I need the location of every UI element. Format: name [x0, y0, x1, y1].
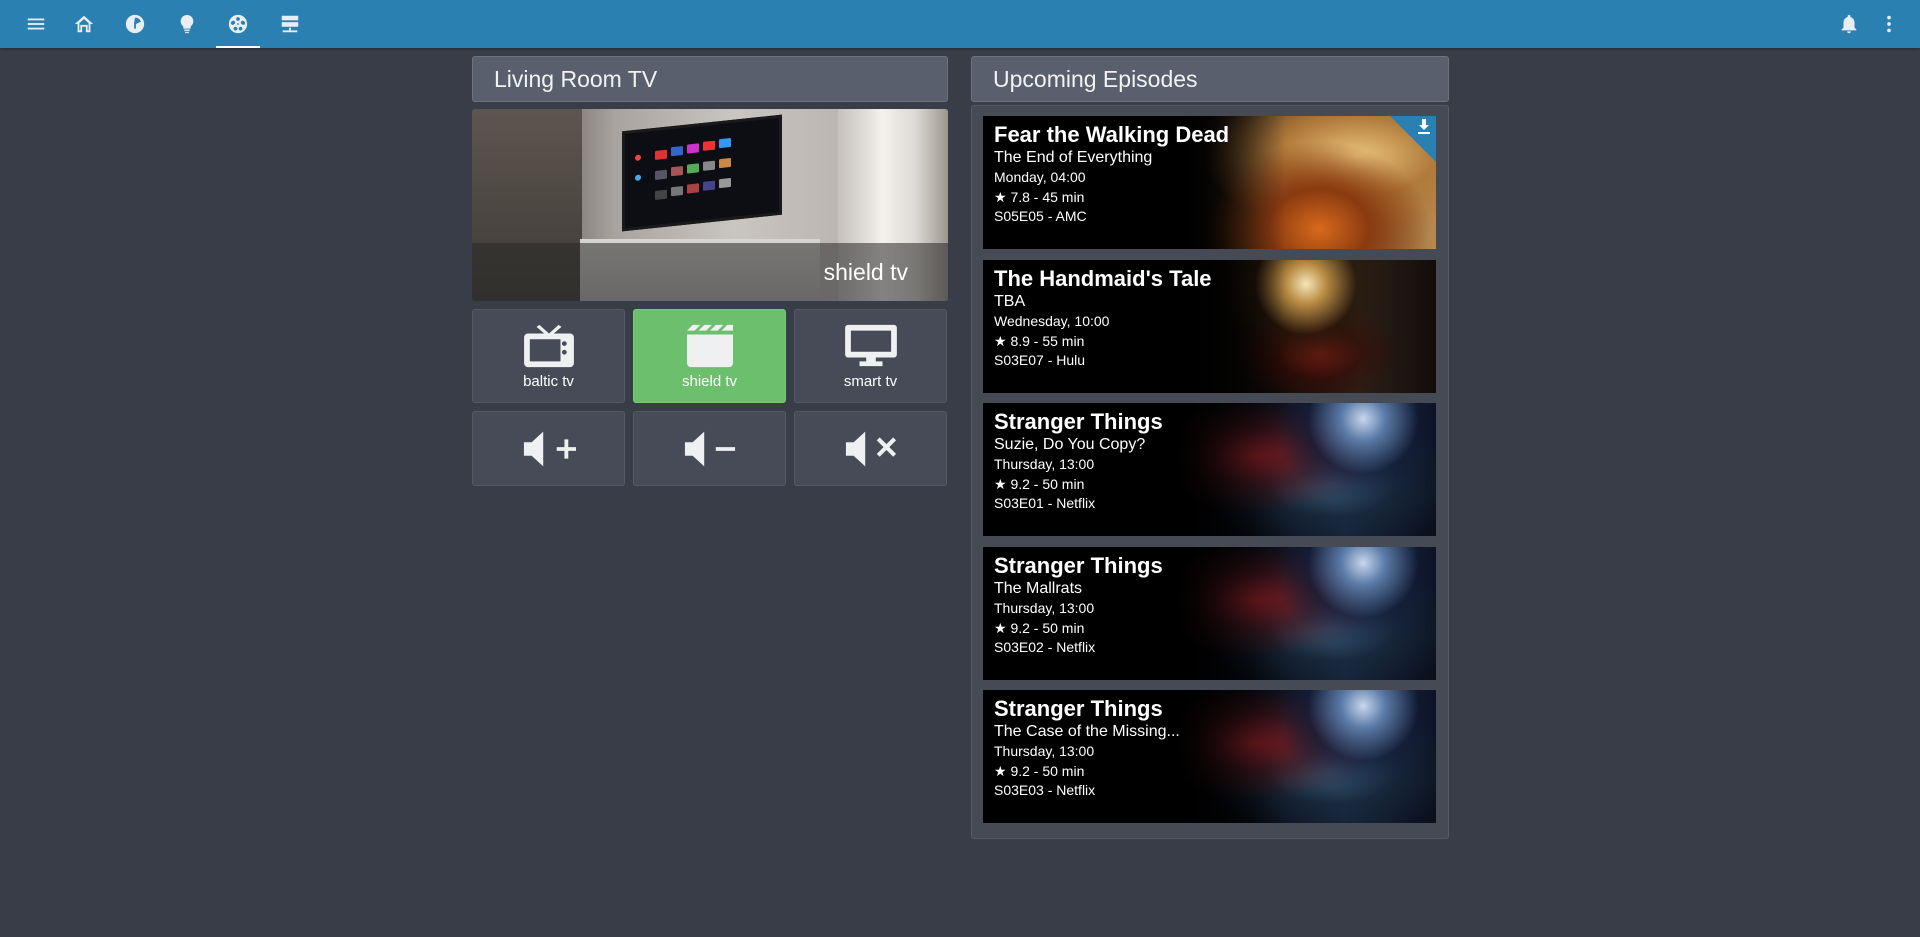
volume-mute-icon — [845, 431, 896, 466]
living-room-card-title: Living Room TV — [472, 56, 948, 102]
episode-name: Suzie, Do You Copy? — [994, 436, 1146, 453]
server-icon[interactable] — [266, 0, 314, 48]
episode-card[interactable]: The Handmaid's Tale TBA Wednesday, 10:00… — [983, 260, 1436, 393]
source-label: smart tv — [843, 372, 898, 390]
upcoming-episodes-title: Upcoming Episodes — [971, 56, 1449, 102]
episode-airtime: Thursday, 13:00 — [994, 456, 1095, 472]
monitor-icon — [844, 324, 897, 366]
volume-plus-icon — [523, 431, 576, 466]
episode-show-title: Stranger Things — [994, 553, 1163, 578]
episode-airtime: Monday, 04:00 — [994, 169, 1086, 185]
download-icon — [1416, 118, 1432, 136]
volume-mute-button[interactable] — [794, 411, 947, 486]
episode-number: S03E07 - Hulu — [994, 352, 1086, 368]
episode-number: S03E03 - Netflix — [994, 782, 1096, 798]
episode-number: S05E05 - AMC — [994, 208, 1087, 224]
episode-name: TBA — [994, 293, 1026, 310]
source-label: shield tv — [681, 372, 738, 390]
source-button-shield-tv[interactable]: shield tv — [633, 309, 786, 403]
source-button-baltic-tv[interactable]: baltic tv — [472, 309, 625, 403]
episode-card[interactable]: Stranger Things The Mallrats Thursday, 1… — [983, 547, 1436, 680]
episode-name: The End of Everything — [994, 149, 1153, 166]
episode-number: S03E02 - Netflix — [994, 639, 1096, 655]
episode-card[interactable]: Stranger Things Suzie, Do You Copy? Thur… — [983, 403, 1436, 536]
lightbulb-icon[interactable] — [163, 0, 211, 48]
episode-rating: ★ 8.9 - 55 min — [994, 332, 1085, 349]
episode-number: S03E01 - Netflix — [994, 495, 1096, 511]
episode-name: The Mallrats — [994, 580, 1083, 597]
tv-room-image[interactable]: shield tv — [472, 109, 948, 301]
more-vertical-icon[interactable] — [1865, 0, 1913, 48]
tv-screen-picture — [622, 114, 782, 232]
episode-show-title: The Handmaid's Tale — [994, 266, 1212, 291]
episode-poster — [1176, 403, 1436, 536]
media-reel-icon[interactable] — [214, 0, 262, 48]
top-toolbar — [0, 0, 1920, 48]
episode-poster — [1176, 547, 1436, 680]
source-button-smart-tv[interactable]: smart tv — [794, 309, 947, 403]
volume-down-button[interactable] — [633, 411, 786, 486]
episode-rating: ★ 9.2 - 50 min — [994, 619, 1085, 636]
episode-name: The Case of the Missing... — [994, 723, 1180, 740]
volume-minus-icon — [684, 431, 735, 466]
episode-show-title: Stranger Things — [994, 409, 1163, 434]
episode-card[interactable]: Fear the Walking Dead The End of Everyth… — [983, 116, 1436, 249]
episode-poster — [1176, 690, 1436, 823]
episode-rating: ★ 7.8 - 45 min — [994, 188, 1085, 205]
episode-rating: ★ 9.2 - 50 min — [994, 475, 1085, 492]
hass-icon[interactable] — [111, 0, 159, 48]
current-source-caption: shield tv — [472, 243, 948, 301]
episode-show-title: Stranger Things — [994, 696, 1163, 721]
television-classic-icon — [523, 324, 574, 367]
volume-up-button[interactable] — [472, 411, 625, 486]
home-icon[interactable] — [60, 0, 108, 48]
episode-show-title: Fear the Walking Dead — [994, 122, 1230, 147]
upcoming-episodes-list: Fear the Walking Dead The End of Everyth… — [971, 105, 1449, 839]
source-label: baltic tv — [523, 372, 574, 390]
menu-icon[interactable] — [12, 0, 60, 48]
clapperboard-icon — [686, 324, 733, 367]
episode-airtime: Thursday, 13:00 — [994, 743, 1095, 759]
episode-poster — [1176, 260, 1436, 393]
episode-airtime: Thursday, 13:00 — [994, 600, 1095, 616]
episode-card[interactable]: Stranger Things The Case of the Missing.… — [983, 690, 1436, 823]
episode-rating: ★ 9.2 - 50 min — [994, 762, 1085, 779]
episode-airtime: Wednesday, 10:00 — [994, 313, 1110, 329]
